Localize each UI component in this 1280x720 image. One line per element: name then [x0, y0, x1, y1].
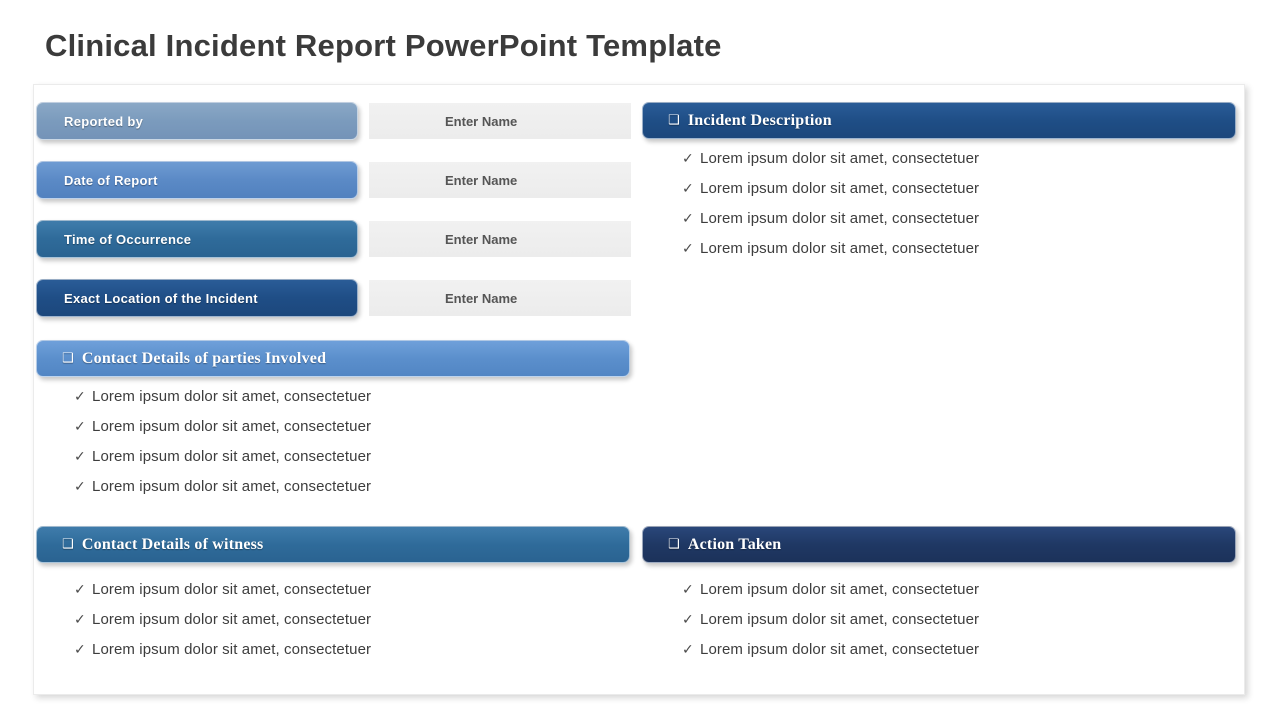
list-item-text: Lorem ipsum dolor sit amet, consectetuer: [700, 180, 980, 197]
list-item-text: Lorem ipsum dolor sit amet, consectetuer: [700, 210, 980, 227]
check-icon: ✓: [682, 582, 694, 598]
section-header-label: ❑ Action Taken: [643, 536, 781, 554]
bullet-list-contact-parties: ✓ Lorem ipsum dolor sit amet, consectetu…: [74, 388, 371, 508]
list-item: ✓ Lorem ipsum dolor sit amet, consectetu…: [74, 388, 371, 418]
check-icon: ✓: [682, 181, 694, 197]
field-label-text: Exact Location of the Incident: [64, 290, 258, 306]
list-item: ✓ Lorem ipsum dolor sit amet, consectetu…: [682, 180, 979, 210]
list-item-text: Lorem ipsum dolor sit amet, consectetuer: [700, 240, 980, 257]
list-item-text: Lorem ipsum dolor sit amet, consectetuer: [700, 581, 980, 598]
check-icon: ✓: [74, 612, 86, 628]
section-header-label: ❑ Incident Description: [643, 112, 832, 130]
section-title-text: Contact Details of witness: [81, 535, 264, 553]
list-item: ✓ Lorem ipsum dolor sit amet, consectetu…: [682, 150, 979, 180]
checkbox-square-icon: ❑: [668, 112, 680, 128]
list-item-text: Lorem ipsum dolor sit amet, consectetuer: [92, 581, 372, 598]
list-item-text: Lorem ipsum dolor sit amet, consectetuer: [700, 150, 980, 167]
list-item: ✓ Lorem ipsum dolor sit amet, consectetu…: [74, 448, 371, 478]
list-item: ✓ Lorem ipsum dolor sit amet, consectetu…: [74, 641, 371, 671]
section-header-label: ❑ Contact Details of parties Involved: [37, 350, 326, 368]
check-icon: ✓: [682, 151, 694, 167]
date-of-report-input-value: Enter Name: [445, 172, 518, 188]
content-card: Reported by Date of Report Time of Occur…: [33, 84, 1245, 695]
list-item-text: Lorem ipsum dolor sit amet, consectetuer: [92, 418, 372, 435]
field-label-exact-location[interactable]: Exact Location of the Incident: [36, 279, 358, 317]
list-item: ✓ Lorem ipsum dolor sit amet, consectetu…: [682, 581, 979, 611]
section-header-contact-parties[interactable]: ❑ Contact Details of parties Involved: [36, 340, 630, 377]
section-title-text: Incident Description: [687, 111, 832, 129]
check-icon: ✓: [74, 419, 86, 435]
exact-location-input-value: Enter Name: [445, 290, 518, 306]
time-of-occurrence-input-value: Enter Name: [445, 231, 518, 247]
list-item: ✓ Lorem ipsum dolor sit amet, consectetu…: [682, 611, 979, 641]
bullet-list-action-taken: ✓ Lorem ipsum dolor sit amet, consectetu…: [682, 581, 979, 671]
list-item-text: Lorem ipsum dolor sit amet, consectetuer: [92, 478, 372, 495]
section-title-text: Action Taken: [687, 535, 782, 553]
list-item: ✓ Lorem ipsum dolor sit amet, consectetu…: [74, 581, 371, 611]
date-of-report-input[interactable]: Enter Name: [369, 162, 631, 198]
check-icon: ✓: [682, 612, 694, 628]
section-header-contact-witness[interactable]: ❑ Contact Details of witness: [36, 526, 630, 563]
exact-location-input[interactable]: Enter Name: [369, 280, 631, 316]
check-icon: ✓: [682, 211, 694, 227]
check-icon: ✓: [74, 582, 86, 598]
check-icon: ✓: [74, 479, 86, 495]
check-icon: ✓: [682, 241, 694, 257]
list-item: ✓ Lorem ipsum dolor sit amet, consectetu…: [682, 210, 979, 240]
reported-by-input[interactable]: Enter Name: [369, 103, 631, 139]
time-of-occurrence-input[interactable]: Enter Name: [369, 221, 631, 257]
field-label-time-of-occurrence[interactable]: Time of Occurrence: [36, 220, 358, 258]
field-label-text: Date of Report: [64, 172, 158, 188]
bullet-list-incident-description: ✓ Lorem ipsum dolor sit amet, consectetu…: [682, 150, 979, 270]
field-label-text: Time of Occurrence: [64, 231, 192, 247]
list-item-text: Lorem ipsum dolor sit amet, consectetuer: [700, 611, 980, 628]
section-title-text: Contact Details of parties Involved: [81, 349, 327, 367]
field-label-reported-by[interactable]: Reported by: [36, 102, 358, 140]
check-icon: ✓: [74, 389, 86, 405]
list-item: ✓ Lorem ipsum dolor sit amet, consectetu…: [682, 240, 979, 270]
check-icon: ✓: [682, 642, 694, 658]
checkbox-square-icon: ❑: [668, 536, 680, 552]
checkbox-square-icon: ❑: [62, 350, 74, 366]
field-label-text: Reported by: [64, 113, 144, 129]
list-item: ✓ Lorem ipsum dolor sit amet, consectetu…: [682, 641, 979, 671]
section-header-action-taken[interactable]: ❑ Action Taken: [642, 526, 1236, 563]
list-item: ✓ Lorem ipsum dolor sit amet, consectetu…: [74, 478, 371, 508]
field-label-date-of-report[interactable]: Date of Report: [36, 161, 358, 199]
page-title: Clinical Incident Report PowerPoint Temp…: [45, 28, 722, 63]
list-item-text: Lorem ipsum dolor sit amet, consectetuer: [92, 448, 372, 465]
list-item-text: Lorem ipsum dolor sit amet, consectetuer: [700, 641, 980, 658]
list-item-text: Lorem ipsum dolor sit amet, consectetuer: [92, 388, 372, 405]
bullet-list-contact-witness: ✓ Lorem ipsum dolor sit amet, consectetu…: [74, 581, 371, 671]
list-item-text: Lorem ipsum dolor sit amet, consectetuer: [92, 641, 372, 658]
list-item: ✓ Lorem ipsum dolor sit amet, consectetu…: [74, 611, 371, 641]
section-header-incident-description[interactable]: ❑ Incident Description: [642, 102, 1236, 139]
check-icon: ✓: [74, 642, 86, 658]
list-item-text: Lorem ipsum dolor sit amet, consectetuer: [92, 611, 372, 628]
list-item: ✓ Lorem ipsum dolor sit amet, consectetu…: [74, 418, 371, 448]
reported-by-input-value: Enter Name: [445, 113, 518, 129]
checkbox-square-icon: ❑: [62, 536, 74, 552]
slide-canvas: Clinical Incident Report PowerPoint Temp…: [0, 0, 1280, 720]
section-header-label: ❑ Contact Details of witness: [37, 536, 263, 554]
check-icon: ✓: [74, 449, 86, 465]
